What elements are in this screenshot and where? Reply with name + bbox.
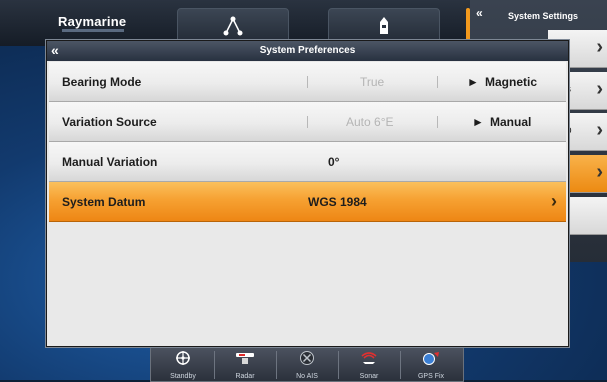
- standby-button[interactable]: Standby: [153, 347, 213, 381]
- divider: [437, 76, 438, 88]
- toolbar-label: Radar: [235, 373, 255, 380]
- status-toolbar: Standby Radar No AIS Sonar GPS Fix: [150, 346, 464, 382]
- divider: [307, 116, 308, 128]
- row-label: System Datum: [62, 195, 146, 209]
- system-datum-row[interactable]: System Datum WGS 1984 ›: [49, 182, 566, 222]
- toolbar-label: No AIS: [296, 373, 318, 380]
- option-true[interactable]: True: [360, 75, 384, 89]
- radar-icon: [236, 353, 254, 364]
- brand-underline: [62, 29, 124, 32]
- dialog-title: System Preferences: [259, 45, 356, 56]
- divider: [307, 76, 308, 88]
- helm-icon: [176, 351, 190, 365]
- chevron-right-icon: ›: [596, 161, 603, 183]
- selected-marker-icon: ►: [472, 115, 484, 129]
- toolbar-label: GPS Fix: [417, 373, 445, 380]
- back-icon[interactable]: «: [476, 6, 483, 20]
- sonar-icon: [361, 352, 377, 364]
- divider: [437, 116, 438, 128]
- settings-title: System Settings: [508, 11, 579, 21]
- toolbar-label: Sonar: [359, 373, 379, 380]
- gps-button[interactable]: GPS Fix: [401, 347, 461, 381]
- option-auto[interactable]: Auto 6°E: [346, 115, 394, 129]
- radar-button[interactable]: Radar: [215, 347, 275, 381]
- manual-variation-value: 0°: [328, 155, 340, 169]
- bearing-mode-row[interactable]: Bearing Mode True ► Magnetic: [49, 62, 566, 102]
- chevron-right-icon: ›: [596, 119, 603, 141]
- selected-marker-icon: ►: [467, 75, 479, 89]
- ais-button[interactable]: No AIS: [277, 347, 337, 381]
- vessel-tab[interactable]: [328, 8, 440, 44]
- brand-logo: Raymarine: [58, 14, 127, 29]
- option-manual[interactable]: Manual: [490, 115, 531, 129]
- row-label: Bearing Mode: [62, 75, 142, 89]
- system-preferences-dialog: « System Preferences Bearing Mode True ►…: [46, 40, 569, 347]
- toolbar-label: Standby: [170, 373, 196, 380]
- route-icon: [223, 16, 243, 36]
- dialog-header: « System Preferences: [47, 41, 568, 61]
- row-label: Variation Source: [62, 115, 157, 129]
- option-magnetic[interactable]: Magnetic: [485, 75, 537, 89]
- variation-source-row[interactable]: Variation Source Auto 6°E ► Manual: [49, 102, 566, 142]
- chevron-right-icon: ›: [551, 191, 557, 211]
- gps-icon: [423, 352, 439, 365]
- row-label: Manual Variation: [62, 155, 158, 169]
- ais-icon: [300, 351, 314, 365]
- manual-variation-row[interactable]: Manual Variation 0°: [49, 142, 566, 182]
- sonar-button[interactable]: Sonar: [339, 347, 399, 381]
- chevron-right-icon: ›: [596, 36, 603, 58]
- boat-icon: [380, 17, 388, 34]
- waypoint-tab[interactable]: [177, 8, 289, 44]
- system-datum-value: WGS 1984: [308, 195, 367, 209]
- chevron-right-icon: ›: [596, 78, 603, 100]
